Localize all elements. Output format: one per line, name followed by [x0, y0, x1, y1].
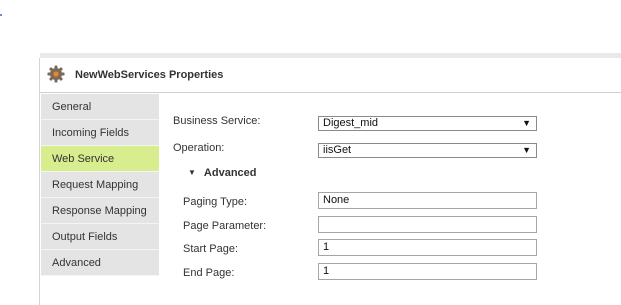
end-page-label: End Page: — [183, 267, 235, 279]
business-service-value: Digest_mid — [323, 117, 379, 129]
sidebar-item-incoming-fields[interactable]: Incoming Fields — [41, 120, 159, 146]
operation-label: Operation: — [173, 142, 225, 154]
operation-value: iisGet — [323, 144, 352, 156]
sidebar-item-general[interactable]: General — [41, 94, 159, 120]
panel-title: NewWebServices Properties — [75, 69, 224, 81]
panel-header: NewWebServices Properties — [40, 58, 621, 93]
sidebar-item-request-mapping[interactable]: Request Mapping — [41, 172, 159, 198]
page-parameter-field[interactable] — [318, 216, 537, 233]
caret-down-icon: ▼ — [188, 168, 196, 177]
business-service-select[interactable]: Digest_mid ▼ — [318, 116, 537, 131]
chevron-down-icon: ▼ — [522, 118, 531, 128]
page-marker — [0, 14, 2, 16]
sidebar-item-response-mapping[interactable]: Response Mapping — [41, 198, 159, 224]
sidebar-item-web-service[interactable]: Web Service — [41, 146, 159, 172]
chevron-down-icon: ▼ — [522, 145, 531, 155]
business-service-label: Business Service: — [173, 115, 261, 127]
paging-type-field[interactable]: None — [318, 192, 537, 209]
sidebar-item-output-fields[interactable]: Output Fields — [41, 224, 159, 250]
paging-type-label: Paging Type: — [183, 196, 248, 208]
page-parameter-label: Page Parameter: — [183, 220, 267, 232]
start-page-label: Start Page: — [183, 243, 239, 255]
advanced-section-toggle[interactable]: ▼ Advanced — [188, 167, 257, 179]
advanced-section-label: Advanced — [203, 167, 257, 179]
end-page-field[interactable]: 1 — [318, 263, 537, 280]
properties-panel: NewWebServices Properties General Incomi… — [39, 58, 621, 305]
gear-icon — [47, 65, 65, 83]
start-page-field[interactable]: 1 — [318, 239, 537, 256]
sidebar-item-advanced[interactable]: Advanced — [41, 250, 159, 276]
sidebar: General Incoming Fields Web Service Requ… — [41, 94, 159, 276]
operation-select[interactable]: iisGet ▼ — [318, 143, 537, 158]
